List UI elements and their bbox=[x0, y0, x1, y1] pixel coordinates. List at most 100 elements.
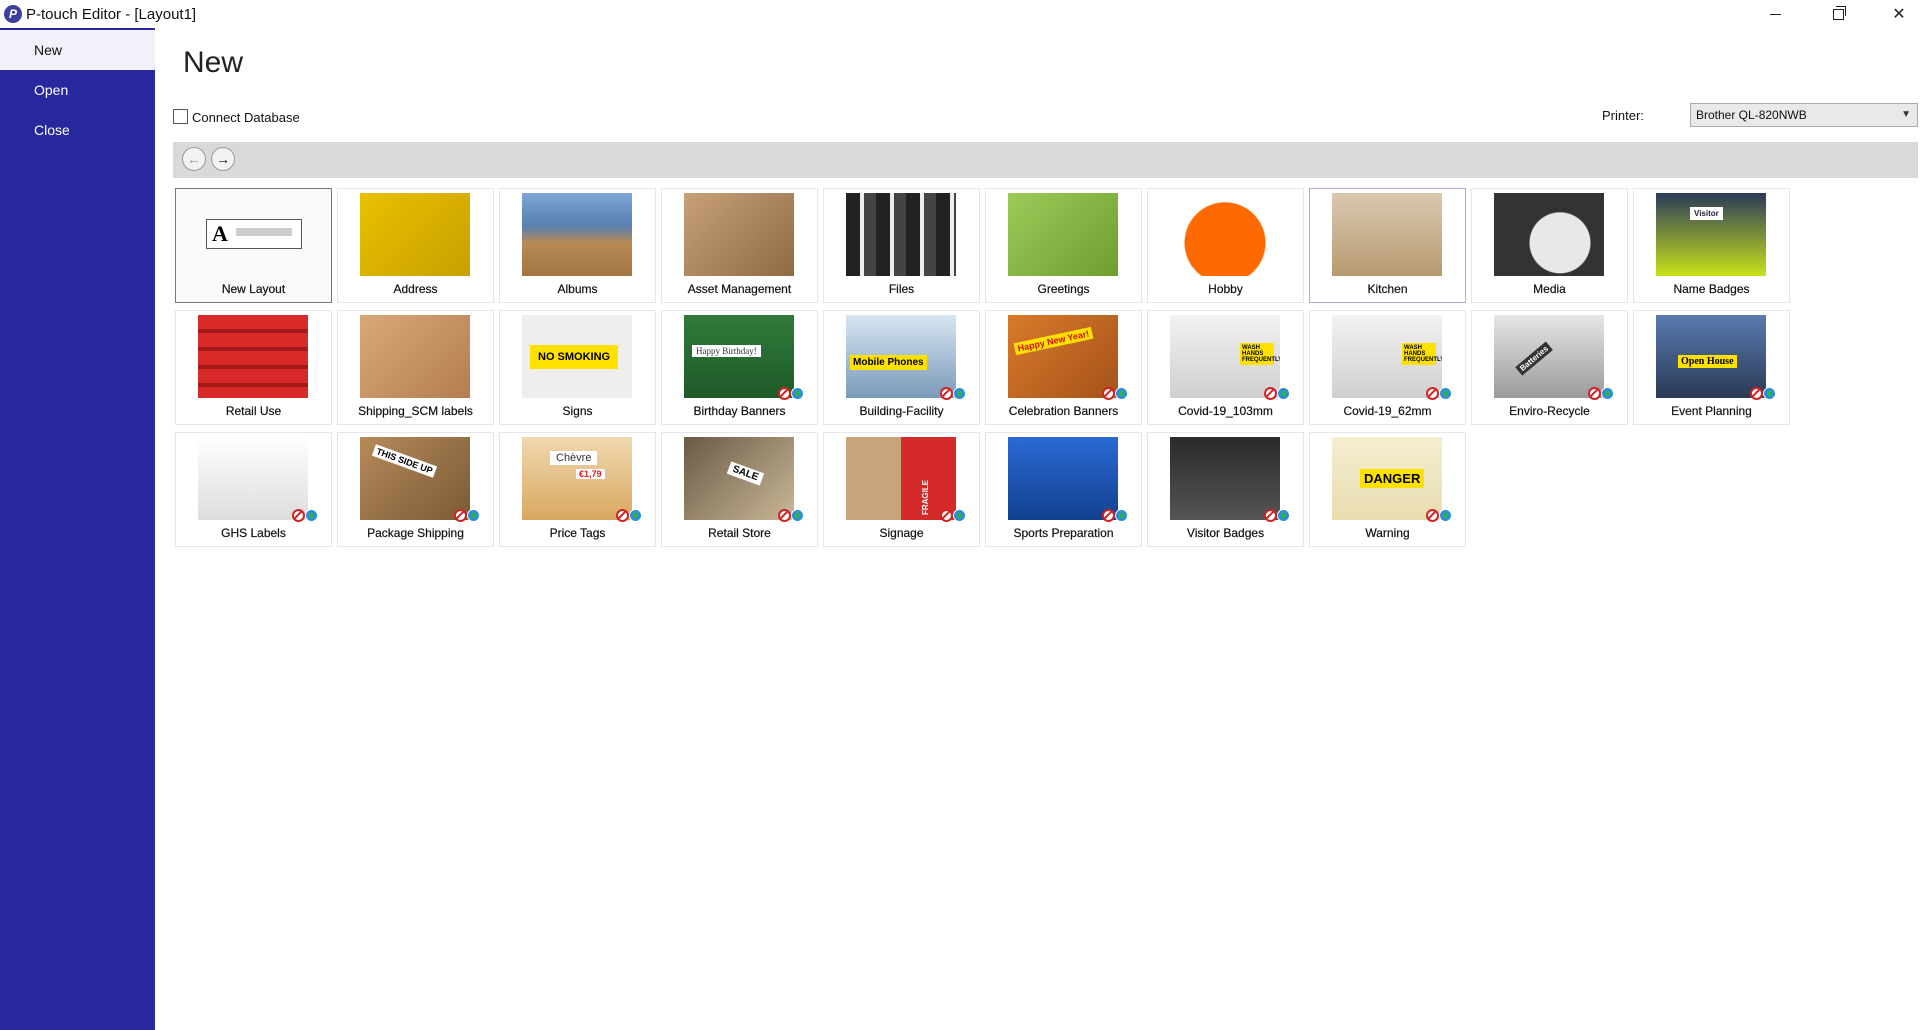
template-thumbnail bbox=[522, 193, 632, 276]
template-tile-signage[interactable]: FRAGILE Signage bbox=[823, 432, 980, 547]
template-thumbnail: NO SMOKING bbox=[522, 315, 632, 398]
template-tile-hobby[interactable]: Hobby bbox=[1147, 188, 1304, 303]
sidebar-item-new[interactable]: New bbox=[0, 30, 155, 70]
template-label: Greetings bbox=[1037, 282, 1090, 296]
no-print-icon bbox=[778, 387, 791, 400]
template-tile-retail-use[interactable]: Retail Use bbox=[175, 310, 332, 425]
arrow-left-icon: ← bbox=[187, 151, 201, 167]
template-tile-shipping[interactable]: Shipping_SCM labels bbox=[337, 310, 494, 425]
template-label: Warning bbox=[1365, 526, 1410, 540]
template-tile-birthday[interactable]: Happy Birthday! Birthday Banners bbox=[661, 310, 818, 425]
template-tile-signs[interactable]: NO SMOKING Signs bbox=[499, 310, 656, 425]
template-label: Files bbox=[888, 282, 915, 296]
close-window-button[interactable]: ✕ bbox=[1870, 0, 1920, 28]
template-thumbnail: Batteries bbox=[1494, 315, 1604, 398]
template-label: Media bbox=[1533, 282, 1566, 296]
template-tile-new-layout[interactable]: A New Layout bbox=[175, 188, 332, 303]
template-tile-building[interactable]: Mobile Phones Building-Facility bbox=[823, 310, 980, 425]
template-tile-package[interactable]: THIS SIDE UP Package Shipping bbox=[337, 432, 494, 547]
template-thumbnail bbox=[846, 193, 956, 276]
template-thumbnail: Chèvre €1,79 bbox=[522, 437, 632, 520]
no-print-icon bbox=[778, 509, 791, 522]
thumbnail-label-text: THIS SIDE UP bbox=[371, 444, 438, 478]
template-thumbnail: THIS SIDE UP bbox=[360, 437, 470, 520]
template-thumbnail: WASH HANDS FREQUENTLY bbox=[1332, 315, 1442, 398]
page-title: New bbox=[183, 46, 244, 79]
connect-database-checkbox[interactable] bbox=[173, 109, 188, 124]
download-globe-icon bbox=[467, 509, 480, 522]
template-tile-covid62[interactable]: WASH HANDS FREQUENTLY Covid-19_62mm bbox=[1309, 310, 1466, 425]
template-thumbnail bbox=[360, 193, 470, 276]
thumbnail-price-text: €1,79 bbox=[576, 469, 605, 479]
template-tile-retail-store[interactable]: SALE Retail Store bbox=[661, 432, 818, 547]
template-tile-media[interactable]: Media bbox=[1471, 188, 1628, 303]
template-tile-address[interactable]: Address bbox=[337, 188, 494, 303]
download-globe-icon bbox=[1763, 387, 1776, 400]
no-print-icon bbox=[940, 509, 953, 522]
template-label: Retail Use bbox=[225, 404, 282, 418]
template-tile-covid103[interactable]: WASH HANDS FREQUENTLY Covid-19_103mm bbox=[1147, 310, 1304, 425]
no-print-icon bbox=[454, 509, 467, 522]
restore-button[interactable] bbox=[1809, 0, 1867, 28]
template-tile-name-badges[interactable]: Visitor Name Badges bbox=[1633, 188, 1790, 303]
template-tile-warning[interactable]: DANGER Warning bbox=[1309, 432, 1466, 547]
template-label: Address bbox=[393, 282, 438, 296]
chevron-down-icon: ▼ bbox=[1901, 109, 1911, 120]
template-tile-enviro[interactable]: Batteries Enviro-Recycle bbox=[1471, 310, 1628, 425]
template-tile-celebration[interactable]: Happy New Year! Celebration Banners bbox=[985, 310, 1142, 425]
template-label: Kitchen bbox=[1367, 282, 1408, 296]
template-label: Albums bbox=[557, 282, 598, 296]
thumbnail-label-text: Batteries bbox=[1515, 341, 1554, 376]
template-tile-sports[interactable]: Sports Preparation bbox=[985, 432, 1142, 547]
download-globe-icon bbox=[629, 509, 642, 522]
template-tile-greetings[interactable]: Greetings bbox=[985, 188, 1142, 303]
template-thumbnail bbox=[684, 193, 794, 276]
template-label: Signs bbox=[562, 404, 593, 418]
download-globe-icon bbox=[791, 387, 804, 400]
template-tile-event[interactable]: Open House Event Planning bbox=[1633, 310, 1790, 425]
sidebar-item-close[interactable]: Close bbox=[0, 110, 155, 150]
connect-database-label[interactable]: Connect Database bbox=[192, 110, 300, 125]
template-navigation-bar: ← → bbox=[173, 142, 1918, 178]
p-touch-logo-icon: P bbox=[4, 5, 22, 23]
template-label: Visitor Badges bbox=[1186, 526, 1265, 540]
download-globe-icon bbox=[1277, 387, 1290, 400]
template-label: Covid-19_103mm bbox=[1178, 404, 1273, 418]
template-label: Hobby bbox=[1208, 282, 1243, 296]
template-tile-asset[interactable]: Asset Management bbox=[661, 188, 818, 303]
template-tile-albums[interactable]: Albums bbox=[499, 188, 656, 303]
template-tile-visitor[interactable]: Visitor Badges bbox=[1147, 432, 1304, 547]
template-thumbnail bbox=[1494, 193, 1604, 276]
no-print-icon bbox=[1264, 509, 1277, 522]
printer-select[interactable]: Brother QL-820NWB ▼ bbox=[1690, 103, 1918, 127]
template-tile-ghs[interactable]: GHS Labels bbox=[175, 432, 332, 547]
template-label: Shipping_SCM labels bbox=[358, 404, 473, 418]
template-tile-kitchen[interactable]: Kitchen bbox=[1309, 188, 1466, 303]
no-print-icon bbox=[1102, 387, 1115, 400]
template-label: Sports Preparation bbox=[1013, 526, 1114, 540]
download-globe-icon bbox=[1115, 387, 1128, 400]
template-label: Retail Store bbox=[708, 526, 771, 540]
sidebar-item-open[interactable]: Open bbox=[0, 70, 155, 110]
template-thumbnail: DANGER bbox=[1332, 437, 1442, 520]
template-label: Enviro-Recycle bbox=[1509, 404, 1590, 418]
download-globe-icon bbox=[1115, 509, 1128, 522]
download-globe-icon bbox=[953, 509, 966, 522]
template-thumbnail bbox=[1008, 437, 1118, 520]
arrow-right-icon: → bbox=[216, 151, 230, 167]
title-bar: P P-touch Editor - [Layout1] ✕ bbox=[0, 0, 1920, 28]
template-tile-files[interactable]: Files bbox=[823, 188, 980, 303]
forward-button[interactable]: → bbox=[211, 147, 235, 171]
template-tile-price[interactable]: Chèvre €1,79 Price Tags bbox=[499, 432, 656, 547]
no-print-icon bbox=[1750, 387, 1763, 400]
template-label: New Layout bbox=[221, 282, 286, 296]
minimize-button[interactable] bbox=[1746, 0, 1804, 28]
template-label: Birthday Banners bbox=[693, 404, 786, 418]
no-print-icon bbox=[1102, 509, 1115, 522]
back-button[interactable]: ← bbox=[182, 147, 206, 171]
template-thumbnail: FRAGILE bbox=[846, 437, 956, 520]
template-label: Covid-19_62mm bbox=[1343, 404, 1432, 418]
restore-icon bbox=[1832, 5, 1846, 20]
template-thumbnail: Mobile Phones bbox=[846, 315, 956, 398]
template-thumbnail bbox=[198, 437, 308, 520]
